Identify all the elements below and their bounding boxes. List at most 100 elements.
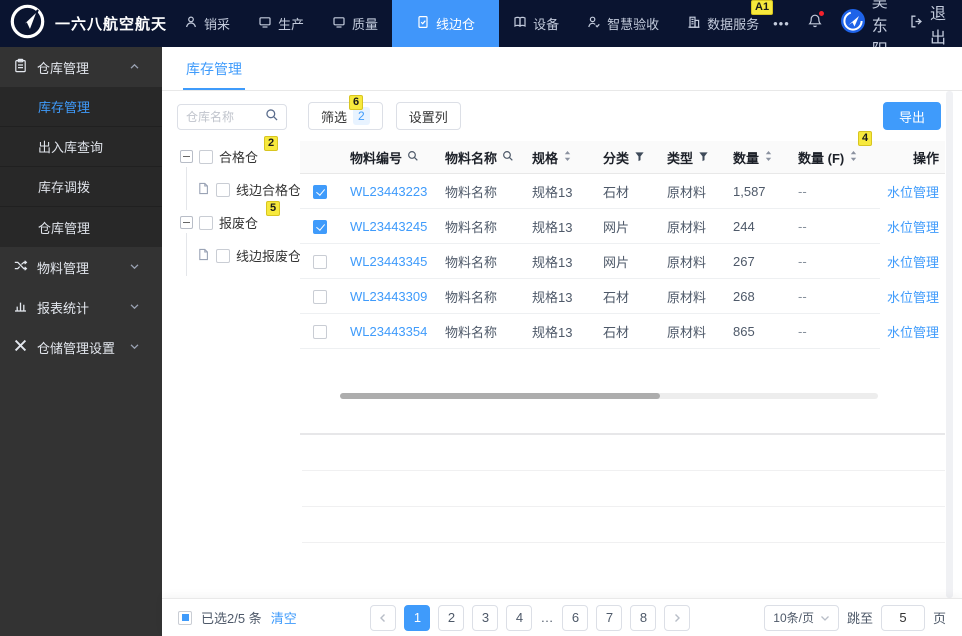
tools-icon bbox=[13, 338, 37, 356]
col-header-action: 操作 bbox=[880, 148, 945, 167]
filter-button[interactable]: 筛选 2 bbox=[308, 102, 383, 130]
page-button-3[interactable]: 3 bbox=[472, 604, 499, 631]
page-button-7[interactable]: 7 bbox=[596, 604, 623, 631]
search-icon[interactable] bbox=[502, 150, 514, 165]
page-button-8[interactable]: 8 bbox=[630, 604, 657, 631]
tree-node-label: 线边合格仓 bbox=[236, 183, 302, 198]
inventory-table: 物料编号 物料名称 规格 分类 类型 数量 数量 (F) 操作 WL234432… bbox=[300, 141, 945, 543]
collapse-toggle-icon[interactable] bbox=[180, 150, 193, 163]
table-row[interactable]: WL23443245 物料名称 规格13 网片 原材料 244 -- 水位管理 bbox=[300, 209, 945, 244]
more-menu-icon[interactable]: ••• bbox=[773, 16, 790, 31]
prev-page-button[interactable] bbox=[370, 604, 397, 631]
tree-node-label: 报废仓 bbox=[219, 216, 259, 231]
page-button-1[interactable]: 1 bbox=[404, 604, 431, 631]
material-code-link[interactable]: WL23443223 bbox=[350, 184, 427, 199]
sidebar-item-warehouse-mgmt[interactable]: 仓库管理 bbox=[0, 47, 162, 87]
col-header-name[interactable]: 物料名称 bbox=[435, 148, 522, 167]
notification-bell-icon[interactable] bbox=[807, 11, 824, 34]
row-checkbox[interactable] bbox=[313, 289, 327, 304]
table-row[interactable]: WL23443354 物料名称 规格13 石材 原材料 865 -- 水位管理 bbox=[300, 314, 945, 349]
water-level-link[interactable]: 水位管理 bbox=[887, 287, 939, 306]
tree-node-qualified[interactable]: 合格仓 bbox=[180, 140, 300, 173]
select-all-checkbox[interactable] bbox=[178, 610, 192, 625]
filter-icon[interactable] bbox=[698, 150, 709, 165]
tree-node-scrap[interactable]: 报废仓 bbox=[180, 206, 300, 239]
nav-item-line-warehouse[interactable]: 线边仓 bbox=[392, 0, 500, 47]
col-header-code[interactable]: 物料编号 bbox=[340, 148, 435, 167]
export-button[interactable]: 导出 bbox=[882, 102, 941, 130]
filter-icon[interactable] bbox=[634, 150, 645, 165]
pager: 1 2 3 4 … 6 7 8 bbox=[370, 604, 691, 631]
sort-icon[interactable] bbox=[764, 150, 773, 165]
search-icon[interactable] bbox=[265, 108, 279, 127]
sort-icon[interactable] bbox=[563, 150, 572, 165]
page-size-select[interactable]: 10条/页 bbox=[764, 604, 839, 631]
category-cell: 石材 bbox=[603, 290, 630, 305]
nav-item-production[interactable]: 生产 bbox=[244, 0, 318, 47]
table-row[interactable]: WL23443223 物料名称 规格13 石材 原材料 1,587 -- 水位管… bbox=[300, 174, 945, 209]
sidebar-item-material-mgmt[interactable]: 物料管理 bbox=[0, 247, 162, 287]
type-cell: 原材料 bbox=[667, 290, 707, 305]
water-level-link[interactable]: 水位管理 bbox=[887, 322, 939, 341]
tab-inventory-mgmt[interactable]: 库存管理 bbox=[183, 59, 245, 90]
table-row[interactable]: WL23443345 物料名称 规格13 网片 原材料 267 -- 水位管理 bbox=[300, 244, 945, 279]
type-cell: 原材料 bbox=[667, 255, 707, 270]
sidebar-item-storage-settings[interactable]: 仓储管理设置 bbox=[0, 327, 162, 367]
search-icon[interactable] bbox=[407, 150, 419, 165]
annotation-badge-a1: A1 bbox=[751, 0, 774, 15]
page-button-6[interactable]: 6 bbox=[562, 604, 589, 631]
material-code-link[interactable]: WL23443354 bbox=[350, 324, 427, 339]
next-page-button[interactable] bbox=[664, 604, 691, 631]
tree-checkbox[interactable] bbox=[199, 149, 213, 164]
tree-node-line-scrap[interactable]: 线边报废仓 bbox=[197, 239, 301, 272]
sidebar: 仓库管理 库存管理 出入库查询 库存调拨 仓库管理 物料管理 报表统计 仓储管理… bbox=[0, 47, 162, 636]
nav-item-sales[interactable]: 销采 bbox=[170, 0, 244, 47]
sidebar-item-report-stats[interactable]: 报表统计 bbox=[0, 287, 162, 327]
material-code-link[interactable]: WL23443309 bbox=[350, 289, 427, 304]
col-header-qty-f[interactable]: 数量 (F) bbox=[788, 148, 880, 167]
water-level-link[interactable]: 水位管理 bbox=[887, 217, 939, 236]
sidebar-item-label: 物料管理 bbox=[37, 260, 90, 276]
sidebar-item-warehouse[interactable]: 仓库管理 bbox=[0, 207, 162, 247]
horizontal-scrollbar-thumb[interactable] bbox=[340, 393, 660, 399]
tree-node-line-qualified[interactable]: 线边合格仓 bbox=[197, 173, 302, 206]
column-settings-button[interactable]: 设置列 bbox=[395, 102, 461, 130]
page-button-2[interactable]: 2 bbox=[438, 604, 465, 631]
nav-item-equipment[interactable]: 设备 bbox=[499, 0, 573, 47]
tree-checkbox[interactable] bbox=[199, 215, 213, 230]
col-header-spec[interactable]: 规格 bbox=[522, 148, 593, 167]
warehouse-search-input[interactable] bbox=[186, 110, 265, 124]
col-header-category[interactable]: 分类 bbox=[593, 148, 657, 167]
collapse-toggle-icon[interactable] bbox=[180, 216, 193, 229]
sort-icon[interactable] bbox=[849, 150, 858, 165]
pagination-bar: 已选2/5 条 清空 1 2 3 4 … 6 7 8 10条/页 跳至 5 页 bbox=[162, 598, 962, 636]
brand-name: 一六八航空航天 bbox=[55, 16, 168, 33]
tree-checkbox[interactable] bbox=[216, 182, 230, 197]
water-level-link[interactable]: 水位管理 bbox=[887, 182, 939, 201]
horizontal-scrollbar-track[interactable] bbox=[340, 393, 878, 399]
jump-page-input[interactable] bbox=[880, 604, 925, 631]
nav-item-quality[interactable]: 质量 bbox=[318, 0, 392, 47]
material-code-link[interactable]: WL23443345 bbox=[350, 254, 427, 269]
page-button-4[interactable]: 4 bbox=[506, 604, 533, 631]
material-code-link[interactable]: WL23443245 bbox=[350, 219, 427, 234]
col-header-qty[interactable]: 数量 bbox=[723, 148, 788, 167]
sidebar-item-stock-transfer[interactable]: 库存调拨 bbox=[0, 167, 162, 207]
row-checkbox[interactable] bbox=[313, 254, 327, 269]
row-checkbox[interactable] bbox=[313, 219, 327, 234]
col-header-type[interactable]: 类型 bbox=[657, 148, 723, 167]
tree-children: 线边报废仓 bbox=[180, 233, 301, 276]
logout-button[interactable]: 退出 bbox=[909, 0, 946, 48]
clear-selection-link[interactable]: 清空 bbox=[271, 608, 297, 627]
sidebar-item-inventory-mgmt[interactable]: 库存管理 bbox=[0, 87, 162, 127]
sidebar-item-inout-query[interactable]: 出入库查询 bbox=[0, 127, 162, 167]
logout-icon bbox=[909, 14, 924, 34]
table-row[interactable]: WL23443309 物料名称 规格13 石材 原材料 268 -- 水位管理 bbox=[300, 279, 945, 314]
tree-checkbox[interactable] bbox=[216, 248, 230, 263]
row-checkbox[interactable] bbox=[313, 184, 327, 199]
row-checkbox[interactable] bbox=[313, 324, 327, 339]
page-ellipsis[interactable]: … bbox=[540, 610, 554, 625]
water-level-link[interactable]: 水位管理 bbox=[887, 252, 939, 271]
nav-item-smart-acceptance[interactable]: 智慧验收 bbox=[573, 0, 673, 47]
qty-f-cell: -- bbox=[798, 324, 807, 339]
